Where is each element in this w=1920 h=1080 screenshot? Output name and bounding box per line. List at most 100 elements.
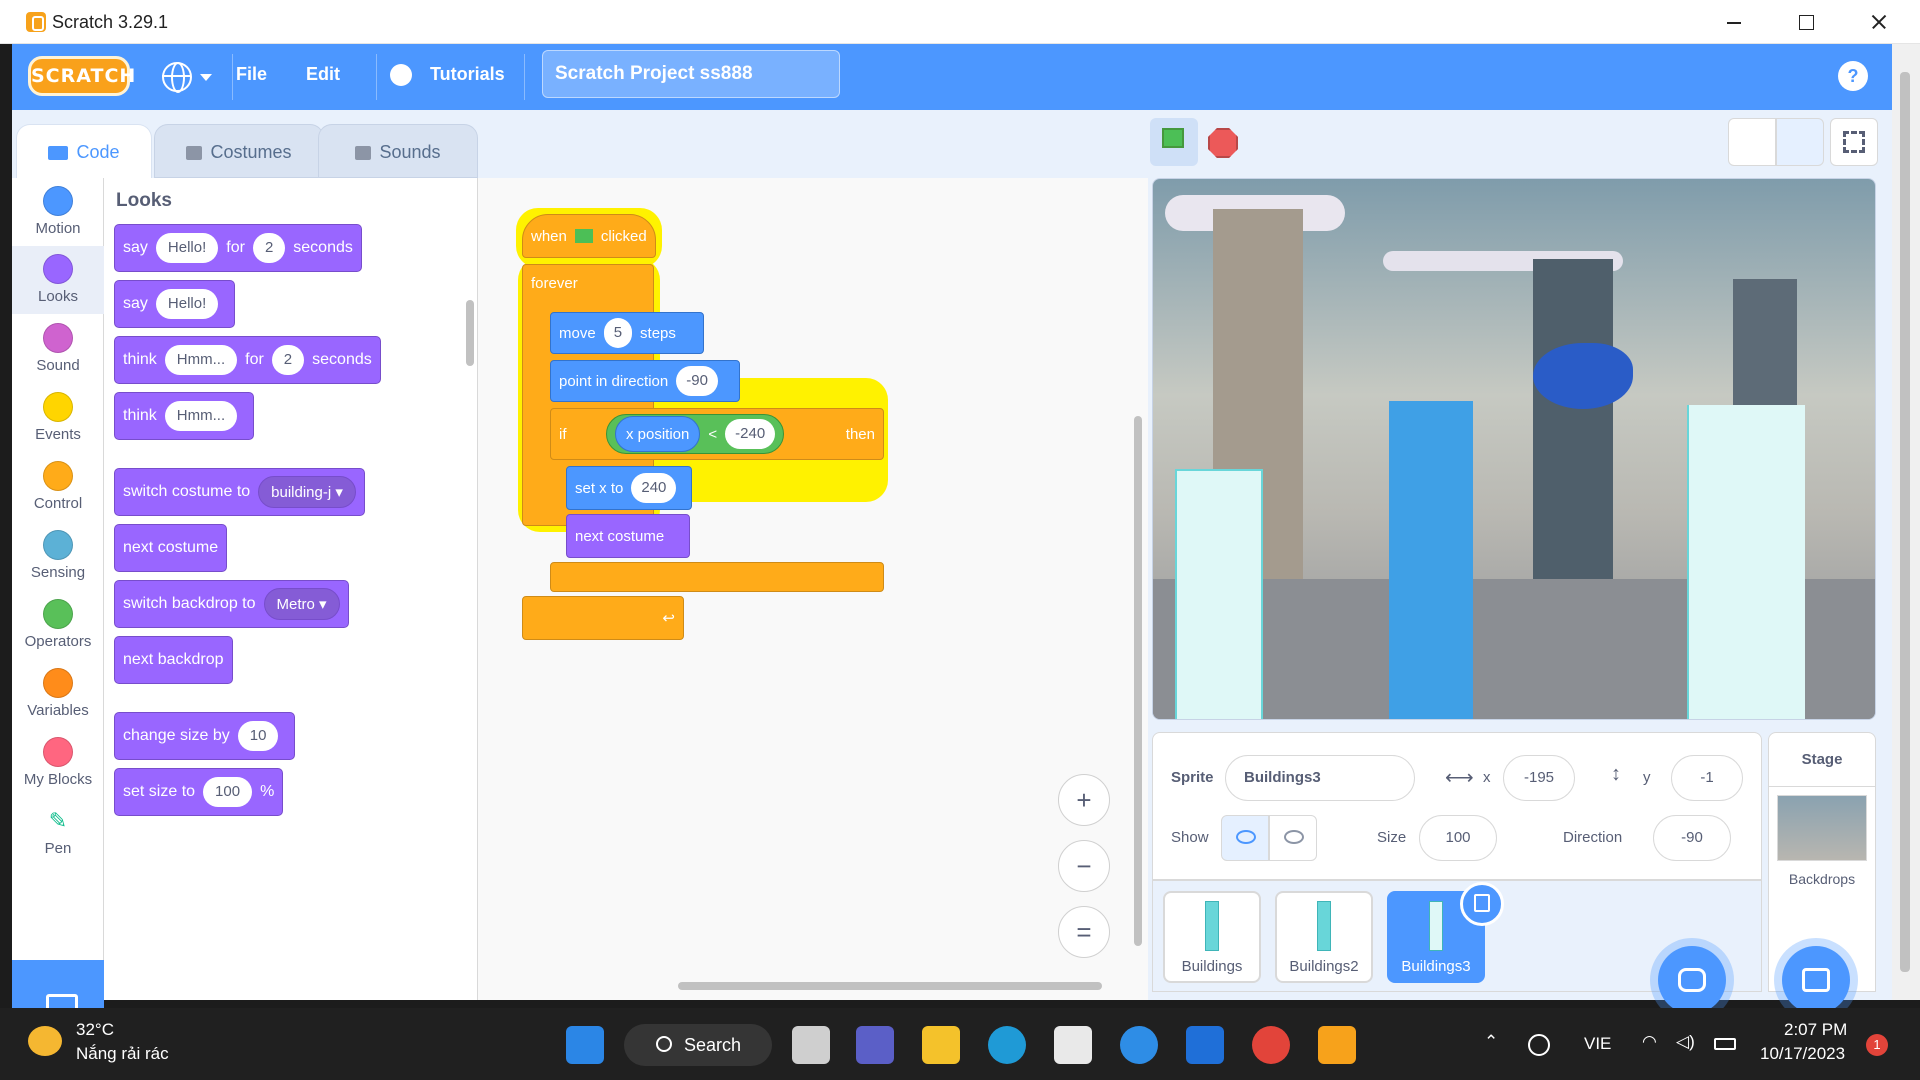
- set-x-block[interactable]: set x to 240: [566, 466, 692, 510]
- weather-temp[interactable]: 32°C: [76, 1020, 114, 1040]
- file-menu[interactable]: File: [236, 64, 267, 85]
- block-input[interactable]: -90: [676, 366, 718, 396]
- workspace-horizontal-scrollbar[interactable]: [678, 982, 1102, 990]
- globe-icon[interactable]: [162, 62, 192, 93]
- help-button[interactable]: ?: [1838, 61, 1868, 91]
- switch-costume-block[interactable]: switch costume to building-j ▾: [114, 468, 365, 516]
- category-variables[interactable]: Variables: [12, 660, 104, 728]
- myhp-icon[interactable]: [1186, 1026, 1224, 1064]
- windows-start-icon[interactable]: [566, 1026, 604, 1064]
- teams-icon[interactable]: [856, 1026, 894, 1064]
- notification-badge[interactable]: 1: [1866, 1034, 1888, 1056]
- move-steps-block[interactable]: move 5 steps: [550, 312, 704, 354]
- next-costume-block[interactable]: next costume: [114, 524, 228, 572]
- block-input[interactable]: Hmm...: [164, 401, 238, 431]
- tab-sounds[interactable]: Sounds: [318, 124, 478, 178]
- edit-menu[interactable]: Edit: [306, 64, 340, 85]
- taskbar-search[interactable]: Search: [624, 1024, 772, 1066]
- weather-icon[interactable]: [28, 1026, 62, 1056]
- block-input[interactable]: 240: [631, 473, 677, 503]
- language-indicator[interactable]: VIE: [1584, 1034, 1611, 1054]
- maximize-button[interactable]: [1776, 0, 1832, 44]
- y-position-input[interactable]: -1: [1671, 755, 1743, 801]
- fullscreen-button[interactable]: [1830, 118, 1878, 166]
- scratch-taskbar-icon[interactable]: [1318, 1026, 1356, 1064]
- category-control[interactable]: Control: [12, 453, 104, 521]
- palette-scrollbar[interactable]: [466, 300, 474, 366]
- next-backdrop-block[interactable]: next backdrop: [114, 636, 233, 684]
- direction-input[interactable]: -90: [1653, 815, 1731, 861]
- tab-costumes[interactable]: Costumes: [154, 124, 324, 178]
- block-input[interactable]: 10: [237, 721, 279, 751]
- workspace-vertical-scrollbar[interactable]: [1134, 416, 1142, 946]
- block-input[interactable]: Hmm...: [164, 345, 238, 375]
- next-costume-block[interactable]: next costume: [566, 514, 690, 558]
- change-size-block[interactable]: change size by 10: [114, 712, 296, 760]
- wifi-icon[interactable]: ◠: [1642, 1032, 1657, 1052]
- code-workspace[interactable]: when clicked forever move 5 steps point in …: [478, 178, 1148, 1000]
- clock-date[interactable]: 10/17/2023: [1760, 1044, 1845, 1064]
- weather-desc[interactable]: Nắng rải rác: [76, 1044, 169, 1064]
- block-input[interactable]: 2: [252, 233, 286, 263]
- scrollbar-thumb[interactable]: [1900, 72, 1910, 972]
- minimize-button[interactable]: [1704, 0, 1760, 44]
- store-icon[interactable]: [1054, 1026, 1092, 1064]
- hide-sprite-button[interactable]: [1269, 815, 1317, 861]
- tab-code[interactable]: Code: [16, 124, 152, 180]
- zoom-in-button[interactable]: +: [1058, 774, 1110, 826]
- switch-backdrop-block[interactable]: switch backdrop to Metro ▾: [114, 580, 349, 628]
- chevron-up-icon[interactable]: ⌃: [1484, 1032, 1498, 1052]
- x-position-input[interactable]: -195: [1503, 755, 1575, 801]
- point-in-direction-block[interactable]: point in direction -90: [550, 360, 740, 402]
- block-input[interactable]: 2: [271, 345, 305, 375]
- say-block[interactable]: say Hello!: [114, 280, 236, 328]
- app-vertical-scrollbar[interactable]: [1892, 44, 1920, 1000]
- clock-time[interactable]: 2:07 PM: [1784, 1020, 1847, 1040]
- chevron-down-icon[interactable]: [200, 74, 212, 81]
- sprite-thumb-buildings[interactable]: Buildings: [1163, 891, 1261, 983]
- close-button[interactable]: [1848, 0, 1904, 44]
- choose-sprite-button[interactable]: [1658, 946, 1726, 1014]
- size-input[interactable]: 100: [1419, 815, 1497, 861]
- when-flag-clicked-block[interactable]: when clicked: [522, 214, 656, 258]
- block-input[interactable]: -240: [725, 419, 776, 449]
- category-sound[interactable]: Sound: [12, 315, 104, 383]
- stop-button[interactable]: [1208, 128, 1238, 158]
- stage-canvas[interactable]: [1152, 178, 1876, 720]
- costume-dropdown[interactable]: building-j ▾: [258, 476, 356, 508]
- help-app-icon[interactable]: [1120, 1026, 1158, 1064]
- block-input[interactable]: Hello!: [155, 233, 219, 263]
- edge-icon[interactable]: [988, 1026, 1026, 1064]
- lightbulb-icon[interactable]: [390, 64, 412, 86]
- choose-backdrop-button[interactable]: [1782, 946, 1850, 1014]
- show-sprite-button[interactable]: [1221, 815, 1269, 861]
- less-than-operator-block[interactable]: x position < -240: [606, 414, 785, 454]
- volume-icon[interactable]: ◁): [1676, 1032, 1695, 1052]
- category-sensing[interactable]: Sensing: [12, 522, 104, 590]
- small-stage-button[interactable]: [1728, 118, 1776, 166]
- category-pen[interactable]: ✎ Pen: [12, 798, 104, 866]
- sprite-name-input[interactable]: Buildings3: [1225, 755, 1415, 801]
- task-view-icon[interactable]: [792, 1026, 830, 1064]
- scratch-logo[interactable]: SCRATCH: [28, 56, 135, 96]
- category-looks[interactable]: Looks: [12, 246, 104, 314]
- battery-icon[interactable]: [1714, 1038, 1736, 1050]
- think-for-seconds-block[interactable]: think Hmm... for 2 seconds: [114, 336, 381, 384]
- project-title-input[interactable]: Scratch Project ss888: [542, 50, 840, 98]
- category-operators[interactable]: Operators: [12, 591, 104, 659]
- delete-sprite-button[interactable]: [1460, 882, 1504, 926]
- zoom-reset-button[interactable]: =: [1058, 906, 1110, 958]
- backdrop-dropdown[interactable]: Metro ▾: [263, 588, 340, 620]
- sprite-thumb-buildings2[interactable]: Buildings2: [1275, 891, 1373, 983]
- zoom-out-button[interactable]: −: [1058, 840, 1110, 892]
- large-stage-button[interactable]: [1776, 118, 1824, 166]
- block-input[interactable]: Hello!: [155, 289, 219, 319]
- chrome-icon[interactable]: [1252, 1026, 1290, 1064]
- sync-icon[interactable]: [1528, 1034, 1550, 1056]
- file-explorer-icon[interactable]: [922, 1026, 960, 1064]
- block-input[interactable]: 5: [603, 318, 633, 348]
- green-flag-button[interactable]: [1150, 118, 1198, 166]
- think-block[interactable]: think Hmm...: [114, 392, 255, 440]
- category-events[interactable]: Events: [12, 384, 104, 452]
- category-motion[interactable]: Motion: [12, 178, 104, 246]
